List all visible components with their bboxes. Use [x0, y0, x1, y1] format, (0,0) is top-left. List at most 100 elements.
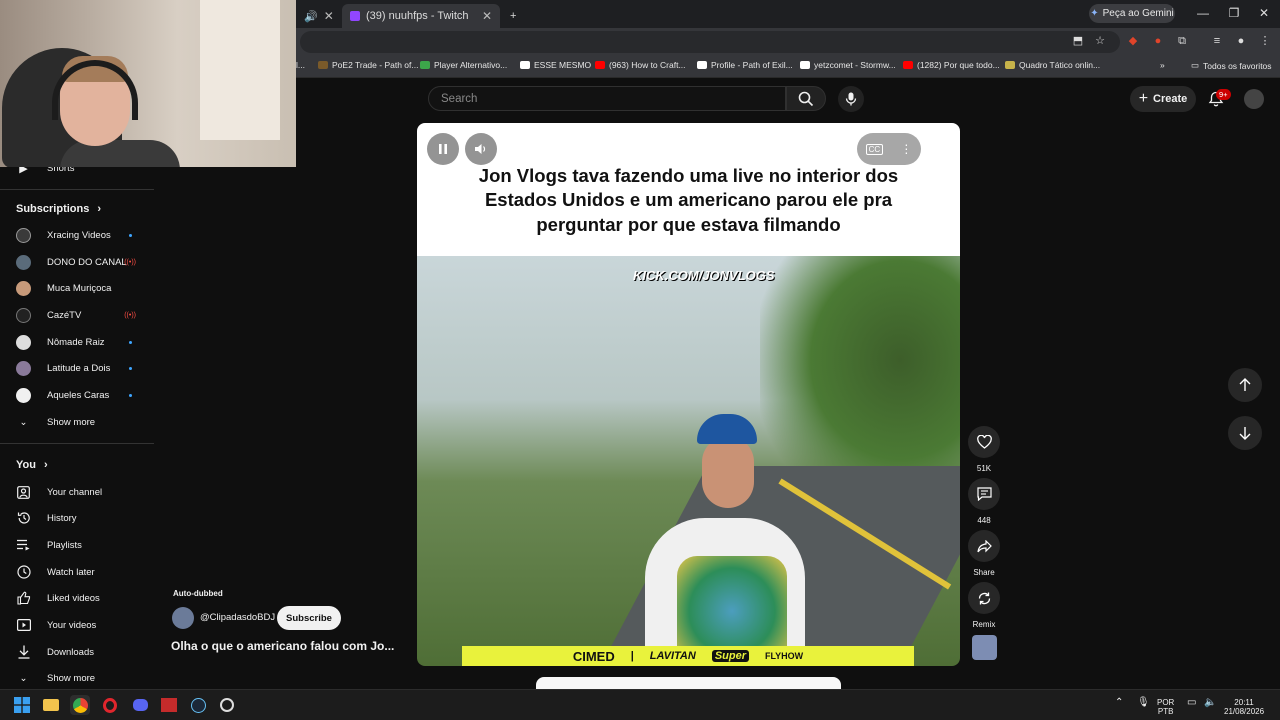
bookmark-favicon	[520, 61, 530, 69]
extensions-puzzle-icon[interactable]: ⧉	[1174, 33, 1190, 49]
sidebar-item-your-videos[interactable]: Your videos	[16, 615, 146, 635]
minimize-icon[interactable]: —	[1193, 6, 1213, 20]
account-avatar[interactable]	[1244, 89, 1264, 109]
shorts-player[interactable]: Jon Vlogs tava fazendo uma live no inter…	[417, 123, 960, 666]
next-short-preview[interactable]	[536, 677, 841, 689]
bookmark-item[interactable]: Player Alternativo...	[420, 60, 507, 70]
playlist-icon	[16, 538, 31, 553]
channel-avatar	[16, 280, 31, 296]
twitch-icon	[350, 11, 360, 21]
mic-icon	[845, 92, 857, 106]
share-button[interactable]	[968, 530, 1000, 562]
app-icon[interactable]	[159, 695, 179, 715]
channel-avatar[interactable]	[172, 607, 194, 629]
close-tab-icon[interactable]: ✕	[482, 9, 492, 23]
sidebar-subscription[interactable]: Aqueles Caras	[16, 385, 146, 405]
sidebar-subscription[interactable]: Latitude a Dois	[16, 358, 146, 378]
chrome-menu-icon[interactable]: ⋮	[1257, 33, 1273, 49]
microphone-tray-icon[interactable]: 🎙	[1137, 698, 1150, 708]
discord-icon[interactable]	[130, 695, 150, 715]
more-options-icon[interactable]: ⋮	[900, 142, 912, 156]
install-app-icon[interactable]: ⬒	[1070, 33, 1086, 49]
show-more-you[interactable]: ⌄ Show more	[16, 668, 146, 688]
chrome-icon[interactable]	[70, 695, 90, 715]
close-tab-icon[interactable]: ✕	[324, 9, 334, 23]
sidebar-subscription[interactable]: CazéTV ((•))	[16, 305, 146, 325]
all-bookmarks-folder[interactable]: ▭ Todos os favoritos	[1191, 60, 1272, 71]
sponsor-banner: CIMED | LAVITAN Super FLYHOW	[462, 646, 914, 666]
sidebar-divider	[0, 189, 154, 190]
bookmark-item[interactable]: PoE2 Trade - Path of...	[318, 60, 418, 70]
comments-button[interactable]	[968, 478, 1000, 510]
extension-icon[interactable]: ●	[1150, 33, 1166, 49]
bookmark-item[interactable]: (963) How to Craft...	[595, 60, 686, 70]
sidebar-item-watch-later[interactable]: Watch later	[16, 562, 146, 582]
previous-short-button[interactable]	[1228, 368, 1262, 402]
bookmark-item[interactable]: (1282) Por que todo...	[903, 60, 1000, 70]
short-title[interactable]: Olha o que o americano falou com Jo...	[171, 639, 394, 653]
media-controls-icon[interactable]: ≡	[1209, 33, 1225, 49]
search-input[interactable]: Search	[428, 86, 786, 111]
close-window-icon[interactable]: ✕	[1254, 6, 1274, 20]
network-icon[interactable]: ▭	[1187, 698, 1196, 708]
next-short-button[interactable]	[1228, 416, 1262, 450]
clock[interactable]: 20:11 21/08/2026	[1224, 698, 1264, 716]
channel-name[interactable]: @ClipadasdoBDJ	[200, 612, 275, 623]
sidebar-subscription[interactable]: Xracing Videos	[16, 225, 146, 245]
captions-icon[interactable]: CC	[865, 143, 884, 155]
subscribe-button[interactable]: Subscribe	[277, 606, 341, 630]
sidebar-subscription[interactable]: Nômade Raiz	[16, 332, 146, 352]
bookmarks-overflow-icon[interactable]: »	[1160, 60, 1165, 70]
voice-search-button[interactable]	[838, 86, 864, 112]
browser-tab[interactable]: 🔊 ✕	[296, 4, 340, 28]
remix-button[interactable]	[968, 582, 1000, 614]
you-heading[interactable]: You ›	[16, 459, 48, 471]
sidebar-subscription[interactable]: DONO DO CANAL ((•))	[16, 252, 146, 272]
file-explorer-icon[interactable]	[41, 695, 61, 715]
steam-icon[interactable]	[188, 695, 208, 715]
extension-icon[interactable]: ◆	[1125, 33, 1141, 49]
volume-icon: 🔊	[304, 10, 318, 23]
sidebar-item-playlists[interactable]: Playlists	[16, 535, 146, 555]
bookmark-item[interactable]: Profile - Path of Exil...	[697, 60, 793, 70]
windows-start-icon[interactable]	[12, 695, 32, 715]
scene-person-head	[702, 436, 754, 508]
like-button[interactable]	[968, 426, 1000, 458]
browser-tab-active[interactable]: (39) nuuhfps - Twitch ✕	[342, 4, 500, 28]
download-icon	[16, 645, 31, 660]
plus-icon: +	[1138, 90, 1149, 107]
search-button[interactable]	[786, 86, 826, 111]
audio-source-thumbnail[interactable]	[972, 635, 997, 660]
sidebar-item-downloads[interactable]: Downloads	[16, 642, 146, 662]
tray-overflow-icon[interactable]: ⌃	[1115, 698, 1123, 708]
bookmark-partial[interactable]: l...	[296, 60, 305, 70]
create-label: Create	[1153, 93, 1188, 105]
opera-icon[interactable]	[100, 695, 120, 715]
bookmark-item[interactable]: ESSE MESMO	[520, 60, 591, 70]
create-button[interactable]: + Create	[1130, 86, 1196, 112]
subscriptions-heading[interactable]: Subscriptions ›	[16, 203, 101, 215]
video-watermark: KICK.COM/JONVLOGS	[633, 268, 775, 283]
sidebar-subscription[interactable]: Muca Muriçoca	[16, 278, 146, 298]
folder-icon: ▭	[1191, 60, 1200, 70]
fullscreen-button[interactable]	[920, 133, 952, 165]
address-bar[interactable]	[300, 31, 1120, 53]
sidebar-item-liked-videos[interactable]: Liked videos	[16, 588, 146, 608]
gemini-button[interactable]: ✦ Peça ao Gemini	[1089, 4, 1175, 23]
bookmark-item[interactable]: Quadro Tático onlin...	[1005, 60, 1100, 70]
pause-button[interactable]	[427, 133, 459, 165]
show-more-subscriptions[interactable]: ⌄ Show more	[16, 412, 146, 432]
restore-icon[interactable]: ❐	[1224, 6, 1244, 20]
sidebar-item-history[interactable]: History	[16, 508, 146, 528]
app-icon[interactable]	[217, 695, 237, 715]
bookmark-item[interactable]: yetzcomet - Stormw...	[800, 60, 896, 70]
speaker-icon[interactable]: 🔈	[1204, 698, 1216, 708]
volume-button[interactable]	[465, 133, 497, 165]
bookmark-favicon	[420, 61, 430, 69]
new-tab-button[interactable]: +	[502, 4, 522, 28]
profile-icon[interactable]: ●	[1233, 33, 1249, 49]
language-indicator[interactable]: POR PTB	[1157, 698, 1174, 716]
bookmark-star-icon[interactable]: ☆	[1092, 33, 1108, 49]
sidebar-item-your-channel[interactable]: Your channel	[16, 482, 146, 502]
comment-action: 448	[968, 478, 1000, 525]
